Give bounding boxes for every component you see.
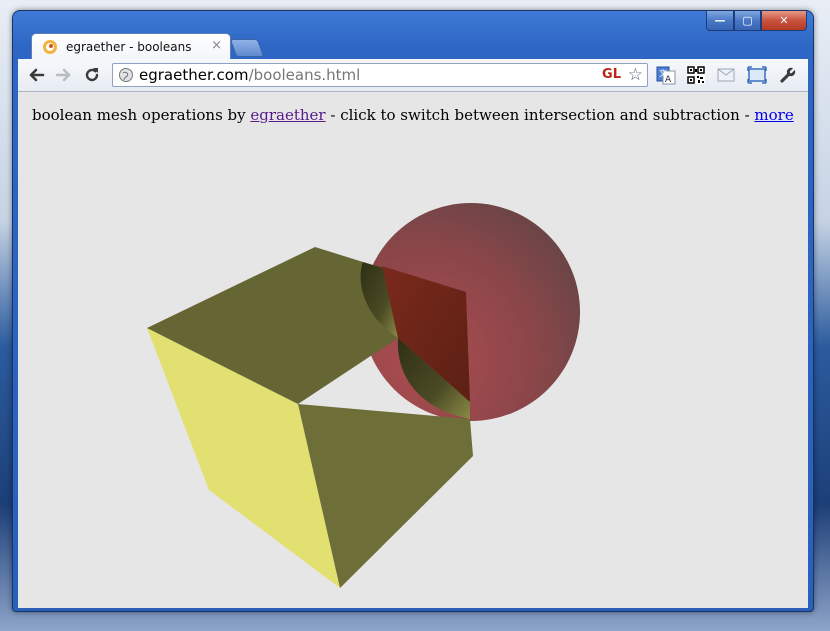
wrench-icon [780,66,797,83]
bookmark-star-icon[interactable]: ☆ [628,65,643,85]
mail-extension-button[interactable] [716,65,736,85]
translate-icon: A 文 [656,66,676,85]
url-text[interactable]: egraether.com/booleans.html [139,66,360,84]
tab-title: egraether - booleans [66,40,192,54]
url-path: /booleans.html [248,66,361,84]
tab-close-icon[interactable]: × [211,38,222,53]
tab-strip: egraether - booleans × [23,33,803,60]
window-controls: — ▢ ✕ [706,11,807,31]
back-button[interactable] [26,65,46,85]
url-host: egraether.com [139,66,249,84]
address-bar[interactable]: egraether.com/booleans.html GL ☆ [112,63,648,87]
translate-extension-button[interactable]: A 文 [656,65,676,85]
close-window-button[interactable]: ✕ [761,11,807,31]
egraether-favicon-icon [43,40,57,54]
mail-icon [717,68,735,82]
page-viewport[interactable]: boolean mesh operations by egraether - c… [18,92,808,608]
qr-code-extension-button[interactable] [686,65,706,85]
fullscreen-icon [747,66,767,84]
forward-button[interactable] [54,65,74,85]
boolean-mesh-canvas[interactable] [18,92,808,608]
webgl-badge[interactable]: GL [602,67,621,82]
reload-icon [85,68,99,82]
reload-button[interactable] [82,65,102,85]
globe-icon [119,68,133,82]
qr-code-icon [687,66,705,84]
browser-toolbar: egraether.com/booleans.html GL ☆ A 文 [18,59,808,92]
minimize-button[interactable]: — [706,11,734,31]
settings-wrench-button[interactable] [778,65,798,85]
forward-arrow-icon [55,68,71,82]
new-tab-button[interactable] [229,39,265,57]
tab-booleans[interactable]: egraether - booleans × [31,33,231,60]
back-arrow-icon [29,68,45,82]
browser-window: — ▢ ✕ egraether - booleans × egraether.c… [12,10,814,612]
svg-text:文: 文 [659,68,667,78]
maximize-button[interactable]: ▢ [734,11,761,31]
fullscreen-extension-button[interactable] [747,65,767,85]
